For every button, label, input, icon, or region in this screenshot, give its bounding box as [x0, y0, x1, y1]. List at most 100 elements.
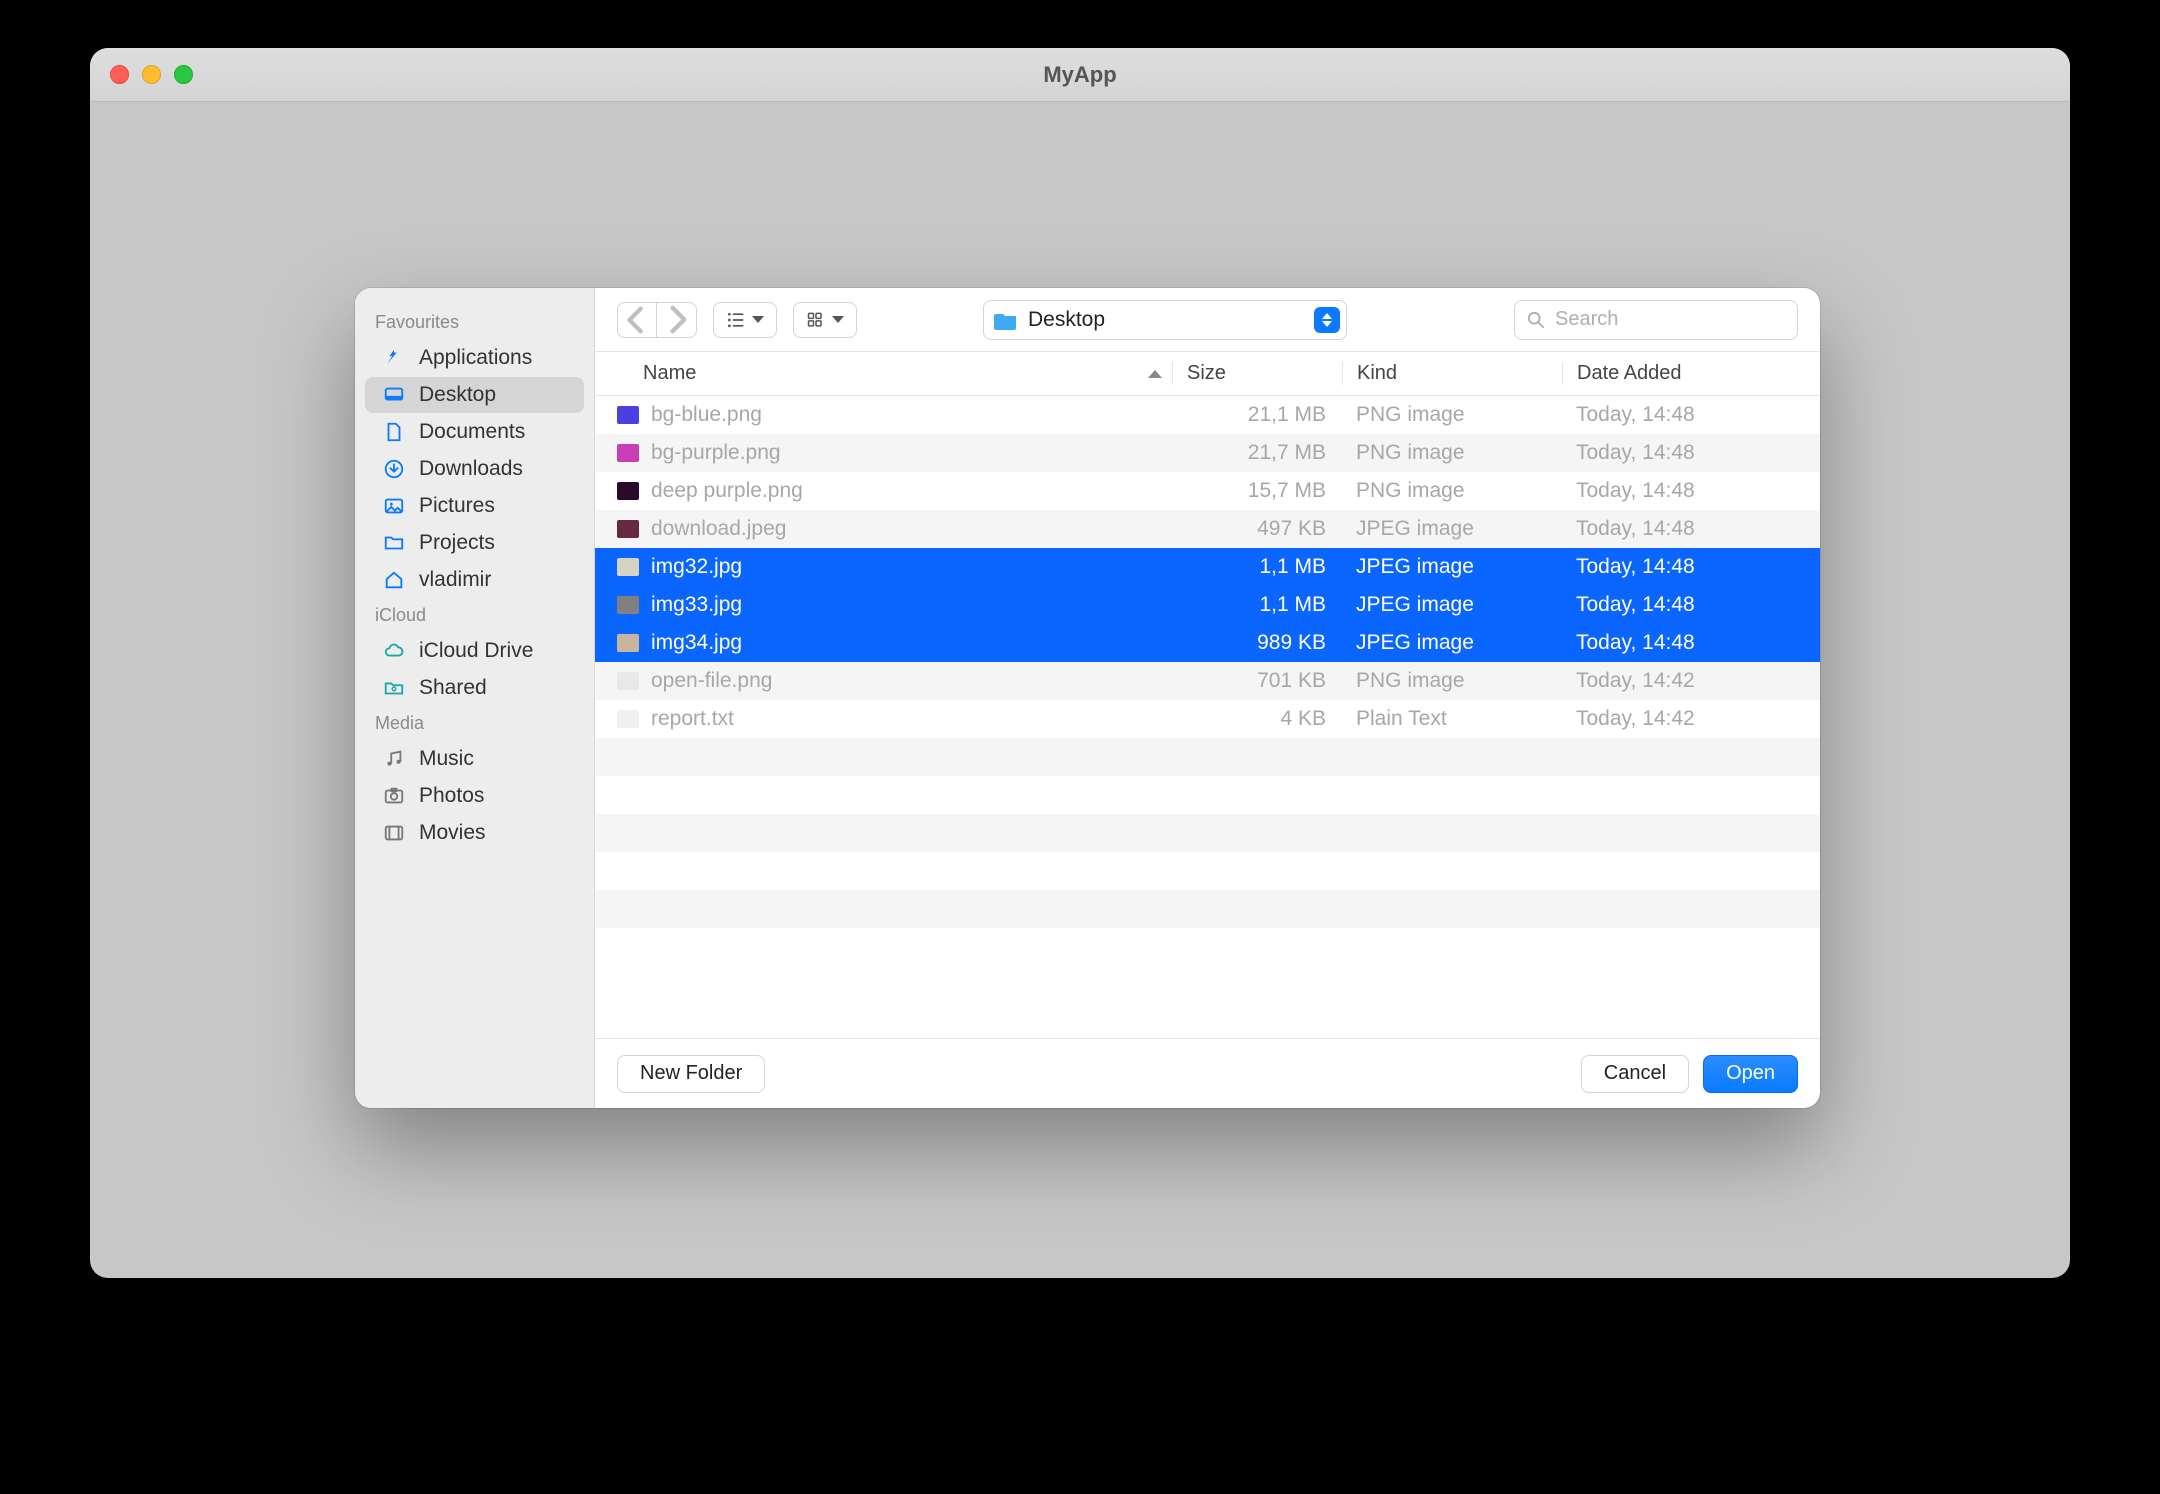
- file-name: img32.jpg: [651, 555, 742, 579]
- location-label: Desktop: [1028, 308, 1304, 332]
- file-date: Today, 14:48: [1562, 555, 1802, 579]
- folder-icon: [381, 532, 407, 554]
- file-date: Today, 14:48: [1562, 593, 1802, 617]
- new-folder-button[interactable]: New Folder: [617, 1055, 765, 1093]
- window-close-button[interactable]: [110, 65, 129, 84]
- sidebar-item-label: Documents: [419, 420, 525, 444]
- sidebar-item-movies[interactable]: Movies: [365, 815, 584, 851]
- pictures-icon: [381, 495, 407, 517]
- search-placeholder: Search: [1555, 308, 1618, 331]
- file-row[interactable]: download.jpeg497 KBJPEG imageToday, 14:4…: [595, 510, 1820, 548]
- file-kind: PNG image: [1342, 441, 1562, 465]
- sidebar-item-label: Movies: [419, 821, 486, 845]
- file-row[interactable]: img34.jpg989 KBJPEG imageToday, 14:48: [595, 624, 1820, 662]
- sidebar-item-downloads[interactable]: Downloads: [365, 451, 584, 487]
- file-date: Today, 14:42: [1562, 707, 1802, 731]
- nav-forward-button[interactable]: [657, 302, 697, 338]
- window-minimize-button[interactable]: [142, 65, 161, 84]
- file-kind: PNG image: [1342, 669, 1562, 693]
- applications-icon: [381, 347, 407, 369]
- sidebar-item-applications[interactable]: Applications: [365, 340, 584, 376]
- sidebar-item-shared[interactable]: Shared: [365, 670, 584, 706]
- column-header-kind[interactable]: Kind: [1342, 362, 1562, 385]
- file-date: Today, 14:48: [1562, 479, 1802, 503]
- titlebar: MyApp: [90, 48, 2070, 102]
- file-size: 989 KB: [1172, 631, 1342, 655]
- music-icon: [381, 748, 407, 770]
- grid-group-icon: [806, 310, 826, 330]
- file-name: deep purple.png: [651, 479, 803, 503]
- file-thumbnail-icon: [617, 634, 639, 652]
- file-row[interactable]: img32.jpg1,1 MBJPEG imageToday, 14:48: [595, 548, 1820, 586]
- sidebar-item-icloud-drive[interactable]: iCloud Drive: [365, 633, 584, 669]
- sidebar-item-photos[interactable]: Photos: [365, 778, 584, 814]
- search-input[interactable]: Search: [1514, 300, 1798, 340]
- file-thumbnail-icon: [617, 596, 639, 614]
- nav-back-button[interactable]: [617, 302, 657, 338]
- sidebar-item-pictures[interactable]: Pictures: [365, 488, 584, 524]
- home-icon: [381, 569, 407, 591]
- location-selector[interactable]: Desktop: [983, 300, 1347, 340]
- chevron-down-icon: [752, 316, 764, 323]
- cloud-icon: [381, 640, 407, 662]
- traffic-lights: [110, 65, 193, 84]
- file-kind: PNG image: [1342, 479, 1562, 503]
- file-thumbnail-icon: [617, 444, 639, 462]
- file-row[interactable]: img33.jpg1,1 MBJPEG imageToday, 14:48: [595, 586, 1820, 624]
- sidebar-section-header: Favourites: [355, 306, 594, 339]
- empty-row: [595, 852, 1820, 890]
- column-header-date[interactable]: Date Added: [1562, 362, 1802, 385]
- view-group-button[interactable]: [793, 302, 857, 338]
- file-thumbnail-icon: [617, 520, 639, 538]
- file-date: Today, 14:48: [1562, 403, 1802, 427]
- open-button[interactable]: Open: [1703, 1055, 1798, 1093]
- file-row[interactable]: bg-blue.png 21,1 MBPNG imageToday, 14:48: [595, 396, 1820, 434]
- file-date: Today, 14:48: [1562, 517, 1802, 541]
- file-name: bg-purple.png: [651, 441, 781, 465]
- documents-icon: [381, 421, 407, 443]
- downloads-icon: [381, 458, 407, 480]
- empty-row: [595, 928, 1820, 966]
- file-row[interactable]: report.txt 4 KBPlain TextToday, 14:42: [595, 700, 1820, 738]
- file-thumbnail-icon: [617, 406, 639, 424]
- empty-row: [595, 814, 1820, 852]
- sidebar-section-header: Media: [355, 707, 594, 740]
- file-size: 4 KB: [1172, 707, 1342, 731]
- sort-ascending-icon: [1148, 370, 1162, 378]
- sidebar-item-label: Photos: [419, 784, 484, 808]
- file-row[interactable]: bg-purple.png21,7 MBPNG imageToday, 14:4…: [595, 434, 1820, 472]
- file-row[interactable]: deep purple.png 15,7 MBPNG imageToday, 14…: [595, 472, 1820, 510]
- file-name: report.txt: [651, 707, 734, 731]
- column-header-size[interactable]: Size: [1172, 362, 1342, 385]
- sidebar-item-music[interactable]: Music: [365, 741, 584, 777]
- file-size: 1,1 MB: [1172, 555, 1342, 579]
- view-list-button[interactable]: [713, 302, 777, 338]
- file-name: img34.jpg: [651, 631, 742, 655]
- desktop-icon: [381, 384, 407, 406]
- file-list[interactable]: bg-blue.png21,1 MBPNG imageToday, 14:48b…: [595, 396, 1820, 1038]
- file-thumbnail-icon: [617, 482, 639, 500]
- cancel-button[interactable]: Cancel: [1581, 1055, 1689, 1093]
- sidebar-item-vladimir[interactable]: vladimir: [365, 562, 584, 598]
- file-size: 21,1 MB: [1172, 403, 1342, 427]
- sidebar-item-projects[interactable]: Projects: [365, 525, 584, 561]
- file-kind: JPEG image: [1342, 517, 1562, 541]
- window-maximize-button[interactable]: [174, 65, 193, 84]
- chevron-down-icon: [832, 316, 844, 323]
- sidebar-item-label: Shared: [419, 676, 487, 700]
- dialog-toolbar: Desktop Search: [595, 288, 1820, 352]
- column-header-name[interactable]: Name: [613, 362, 1172, 385]
- file-date: Today, 14:42: [1562, 669, 1802, 693]
- sidebar-item-documents[interactable]: Documents: [365, 414, 584, 450]
- movies-icon: [381, 822, 407, 844]
- dialog-footer: New Folder Cancel Open: [595, 1038, 1820, 1108]
- file-row[interactable]: open-file.png701 KBPNG imageToday, 14:42: [595, 662, 1820, 700]
- file-name: bg-blue.png: [651, 403, 762, 427]
- file-kind: PNG image: [1342, 403, 1562, 427]
- file-size: 15,7 MB: [1172, 479, 1342, 503]
- open-file-dialog: FavouritesApplicationsDesktopDocumentsDo…: [355, 288, 1820, 1108]
- sidebar-item-desktop[interactable]: Desktop: [365, 377, 584, 413]
- file-name: download.jpeg: [651, 517, 786, 541]
- file-size: 21,7 MB: [1172, 441, 1342, 465]
- file-kind: Plain Text: [1342, 707, 1562, 731]
